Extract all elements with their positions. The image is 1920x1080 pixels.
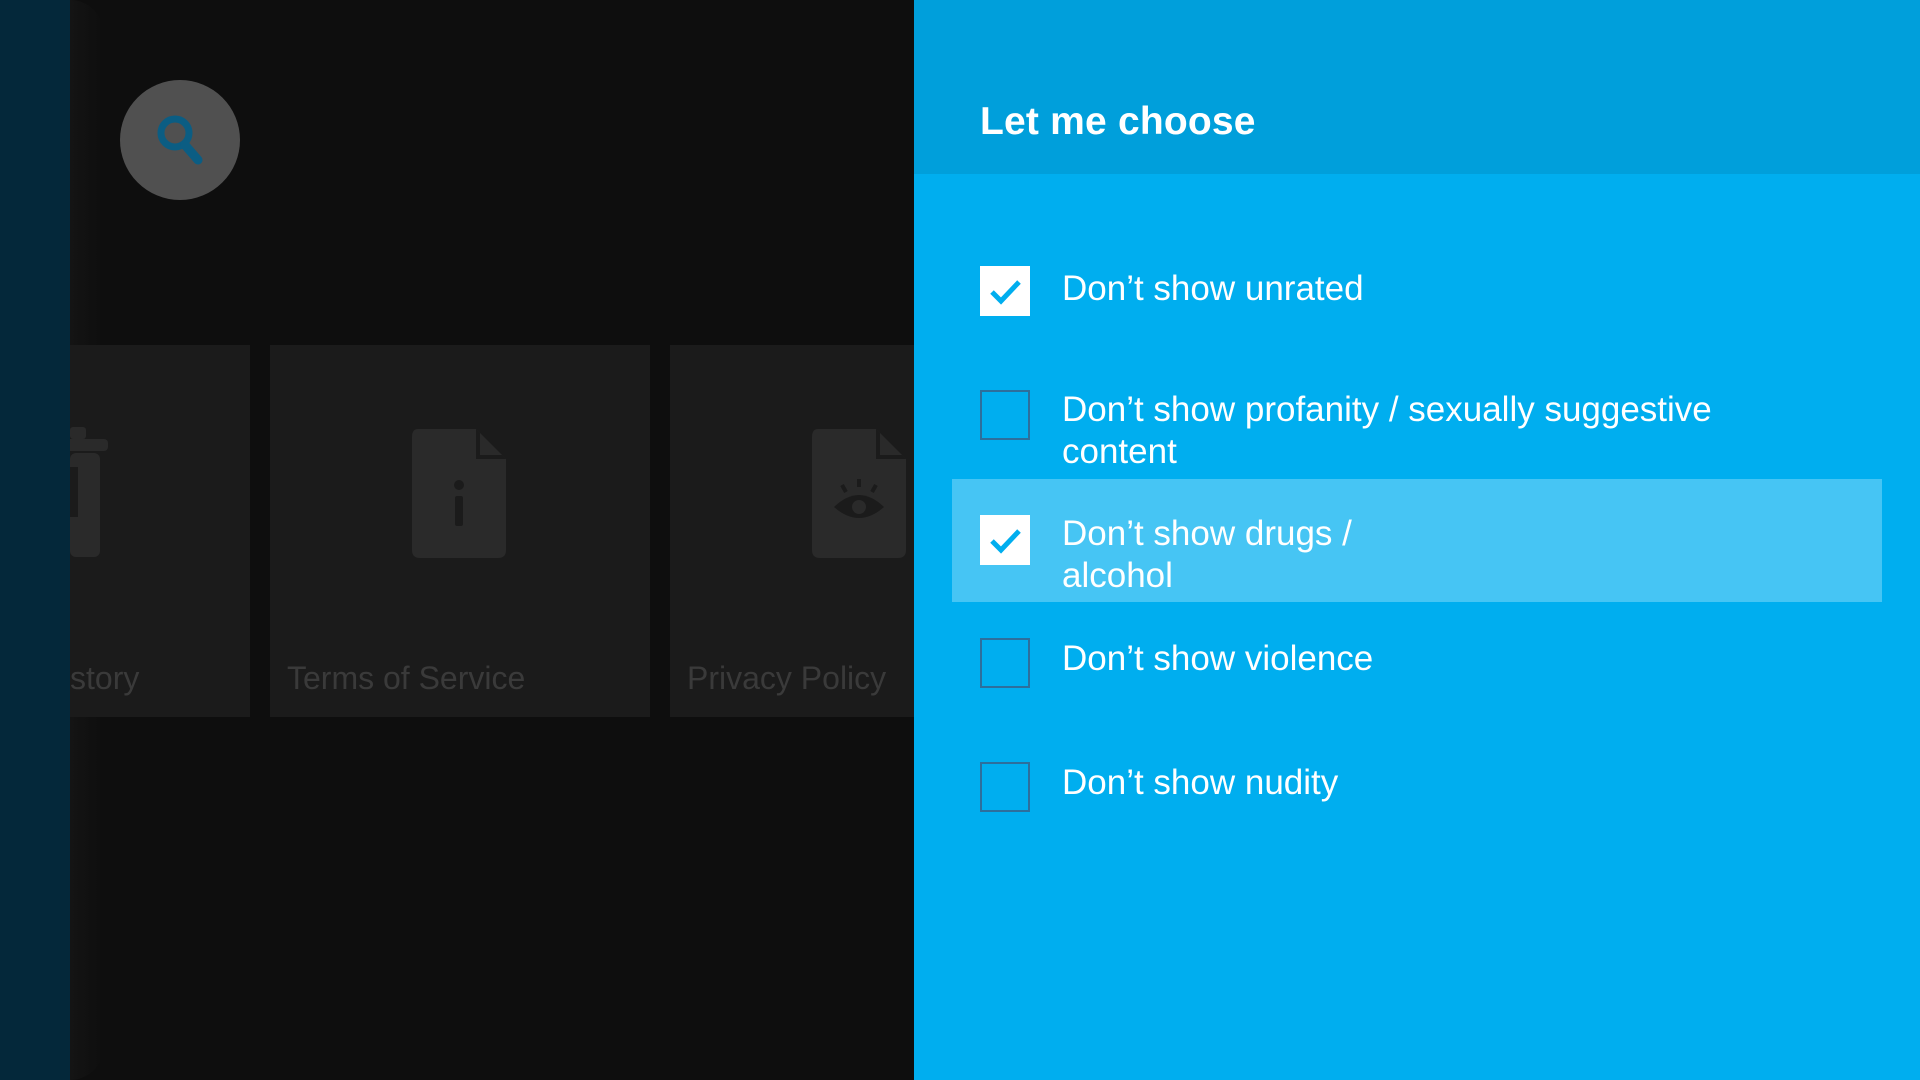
history-card[interactable]: story [70,345,250,717]
option-profanity[interactable]: Don’t show profanity / sexually suggesti… [952,353,1882,476]
let-me-choose-panel: Let me choose Don’t show unrated Don’t s… [914,0,1920,1080]
option-violence[interactable]: Don’t show violence [952,602,1882,725]
option-label: Don’t show profanity / sexually suggesti… [1062,390,1712,471]
card-label: Privacy Policy [687,660,887,696]
privacy-policy-card[interactable]: Privacy Policy [670,345,914,717]
option-label: Don’t show unrated [1062,269,1364,308]
option-nudity[interactable]: Don’t show nudity [952,726,1882,849]
violence-checkbox[interactable] [980,638,1030,688]
eye-document-icon [812,429,906,558]
panel-header: Let me choose [914,0,1920,174]
card-label: story [70,660,140,696]
search-button[interactable] [120,80,240,200]
info-document-icon [412,429,506,558]
option-label: Don’t show violence [1062,639,1374,678]
unrated-checkbox[interactable] [980,266,1030,316]
option-label: Don’t show drugs / alcohol [1062,514,1352,595]
option-drugs-alcohol[interactable]: Don’t show drugs / alcohol [952,479,1882,602]
option-label: Don’t show nudity [1062,763,1339,802]
trash-icon [70,427,108,557]
search-icon [157,115,203,165]
left-nav-rail [0,0,70,1080]
checkmark-icon [990,529,1021,554]
nudity-checkbox[interactable] [980,762,1030,812]
profanity-checkbox[interactable] [980,390,1030,440]
screen: story Terms of Service Privacy Policy Le [0,0,1920,1080]
panel-title: Let me choose [980,100,1256,143]
checkmark-icon [990,280,1021,305]
terms-of-service-card[interactable]: Terms of Service [270,345,650,717]
card-label: Terms of Service [287,660,526,696]
drugs-alcohol-checkbox[interactable] [980,515,1030,565]
option-unrated[interactable]: Don’t show unrated [952,230,1882,353]
